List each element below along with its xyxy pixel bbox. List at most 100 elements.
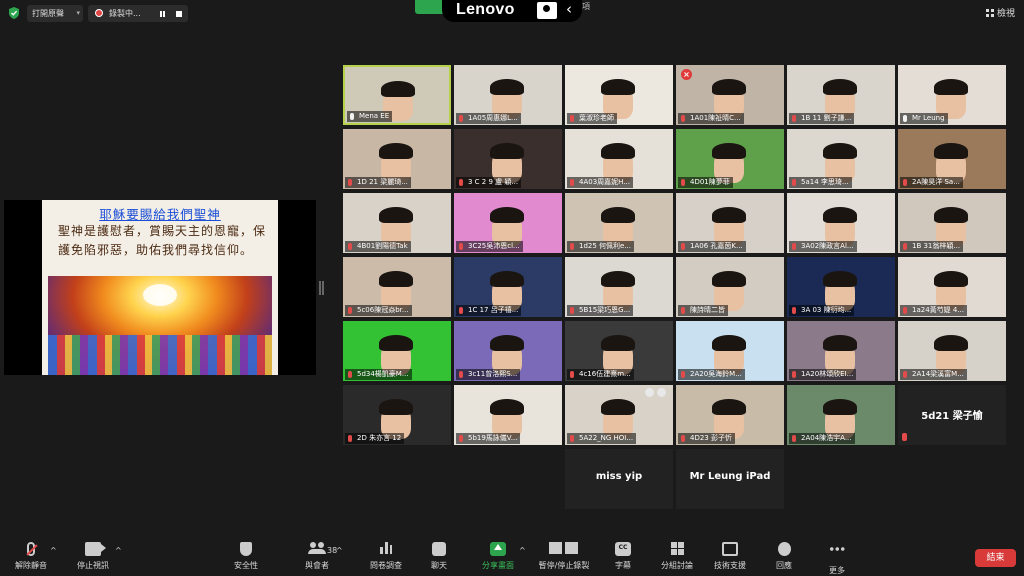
video-tile[interactable]: 1A05周惠娜L... [454,65,562,125]
video-tile[interactable]: 4c16伍建熹m... [565,321,673,381]
overlay-menu-text[interactable]: 項 [582,1,590,12]
video-tile[interactable]: 4B01劉陽德Tak [343,193,451,253]
participants-label: 與會者 [305,561,329,570]
stop-recording-icon[interactable] [176,11,182,17]
video-tile[interactable]: 4A03周嘉妮H... [565,129,673,189]
participant-name-label: 1A20林頌欣EI... [789,369,857,380]
share-options-chevron-icon[interactable]: ^ [519,546,526,555]
pause-stop-recording-button[interactable]: 暫停/停止錄製 [535,542,593,571]
video-tile[interactable]: 5d21 梁子愉 [898,385,1006,445]
dove-image [143,284,177,306]
video-tile[interactable]: miss yip [565,449,673,509]
chat-label: 聊天 [431,561,447,570]
video-tile[interactable]: 1B 31翁梓穎... [898,193,1006,253]
participant-name-label: 3C25吳沛恩cl... [456,241,523,252]
video-tile[interactable]: 葉淑珍老師 [565,65,673,125]
video-tile[interactable]: 3A 03 陳衍均... [787,257,895,317]
view-label: 檢視 [997,9,1016,19]
unmute-button[interactable]: 解除靜音 [13,542,49,571]
participant-hair [601,143,635,159]
video-tile[interactable]: 2A20吳海鈴M... [676,321,784,381]
video-tile[interactable]: 1a24黃芍媞 4... [898,257,1006,317]
video-tile[interactable]: 2A14梁溪富M... [898,321,1006,381]
pause-recording-icon[interactable] [160,11,162,17]
video-options-chevron-icon[interactable]: ^ [115,546,122,555]
video-tile[interactable]: 2A陳昊洋 Sa... [898,129,1006,189]
video-tile[interactable]: 1B 11 劉子謙... [787,65,895,125]
video-tile[interactable]: Mena EE [343,65,451,125]
participant-name-label: 1B 11 劉子謙... [789,113,855,124]
video-tile[interactable]: 1A01陳祉晴C... × [676,65,784,125]
video-tile[interactable]: 3 C 2 9 盧 穎... [454,129,562,189]
share-screen-button[interactable]: 分享畫面 [479,542,517,571]
video-tile[interactable]: 4D23 彭子忻 [676,385,784,445]
security-shield-icon[interactable] [8,7,20,19]
video-tile[interactable]: 1C 17 呂子禧... [454,257,562,317]
more-dots-icon [829,547,845,561]
participant-hair [823,399,857,415]
video-tile[interactable]: 陳詩晴二皆 [676,257,784,317]
muted-icon [902,433,907,441]
resize-handle[interactable] [319,281,321,295]
video-tile[interactable]: 5d34楊凱豪M... [343,321,451,381]
participant-hair [601,271,635,287]
back-arrow-icon[interactable]: ‹ [566,0,572,18]
video-tile[interactable]: 1d25 何佩利e... [565,193,673,253]
participant-hair [823,79,857,95]
camera-icon [645,388,654,397]
polls-button[interactable]: 問卷調查 [367,542,405,571]
video-tile[interactable]: 1A06 孔嘉茵K... [676,193,784,253]
video-tile[interactable]: 1A20林頌欣EI... [787,321,895,381]
video-tile[interactable]: 2D 朱亦言 12 [343,385,451,445]
recording-indicator: 錄製中... [88,5,188,22]
video-tile[interactable]: 5c06陳冠焱br... [343,257,451,317]
grid-view-icon [986,9,994,17]
participant-hair [490,79,524,95]
lenovo-overlay-bar: Lenovo ‹ [442,0,582,22]
captions-button[interactable]: CC 字幕 [610,542,636,571]
share-screen-label: 分享畫面 [482,561,514,570]
participants-options-chevron-icon[interactable]: ^ [336,546,343,555]
participant-name-label: 1A01陳祉晴C... [678,113,744,124]
breakout-rooms-button[interactable]: 分組討論 [658,542,696,571]
chevron-down-icon[interactable]: ▾ [76,5,80,22]
audio-options-chevron-icon[interactable]: ^ [50,546,57,555]
participant-name-label: 1A05周惠娜L... [456,113,521,124]
account-icon[interactable] [537,2,557,19]
chat-button[interactable]: 聊天 [425,542,453,571]
video-tile[interactable]: 2A04陳浩宇A... [787,385,895,445]
end-meeting-button[interactable]: 結束 [975,549,1016,567]
video-tile[interactable]: 5A22_NG HOI... [565,385,673,445]
view-button[interactable]: 檢視 [986,6,1015,19]
participant-name-label: 3A02陳政言Al... [789,241,857,252]
video-tile[interactable]: 4D01陳夢菲 [676,129,784,189]
breakout-rooms-icon [670,542,684,556]
video-tile[interactable]: 5a14 李思琦... [787,129,895,189]
sharing-indicator[interactable] [415,0,445,14]
video-tile[interactable]: 1D 21 梁麗琦... [343,129,451,189]
crowd-image [48,335,272,375]
participant-name-label: 2A陳昊洋 Sa... [900,177,963,188]
video-tile[interactable]: Mr Leung [898,65,1006,125]
video-tile[interactable]: Mr Leung iPad [676,449,784,509]
participant-hair [934,207,968,223]
video-tile[interactable]: 3A02陳政言Al... [787,193,895,253]
open-original-sound-button[interactable]: 打開原聲 ▾ [27,5,83,22]
security-button[interactable]: 安全性 [231,542,261,571]
video-tile[interactable]: 3C25吳沛恩cl... [454,193,562,253]
participant-name-label: 2A04陳浩宇A... [789,433,855,444]
stop-video-button[interactable]: 停止視訊 [74,542,112,571]
participant-hair [712,207,746,223]
more-button[interactable]: 更多 [824,542,850,576]
participant-hair [601,399,635,415]
video-tile[interactable]: 5B15梁巧恩G... [565,257,673,317]
recording-dot-icon [95,9,103,17]
participant-hair [823,207,857,223]
video-tile[interactable]: 3c11曾洛熙S... [454,321,562,381]
reactions-button[interactable]: 回應 [771,542,797,571]
participant-name-label: 5d34楊凱豪M... [345,369,412,380]
video-tile[interactable]: 5b19馬詠儀V... [454,385,562,445]
tech-support-button[interactable]: 技術支援 [711,542,749,571]
participant-name-label: 1C 17 呂子禧... [456,305,522,316]
stop-video-label: 停止視訊 [77,561,109,570]
